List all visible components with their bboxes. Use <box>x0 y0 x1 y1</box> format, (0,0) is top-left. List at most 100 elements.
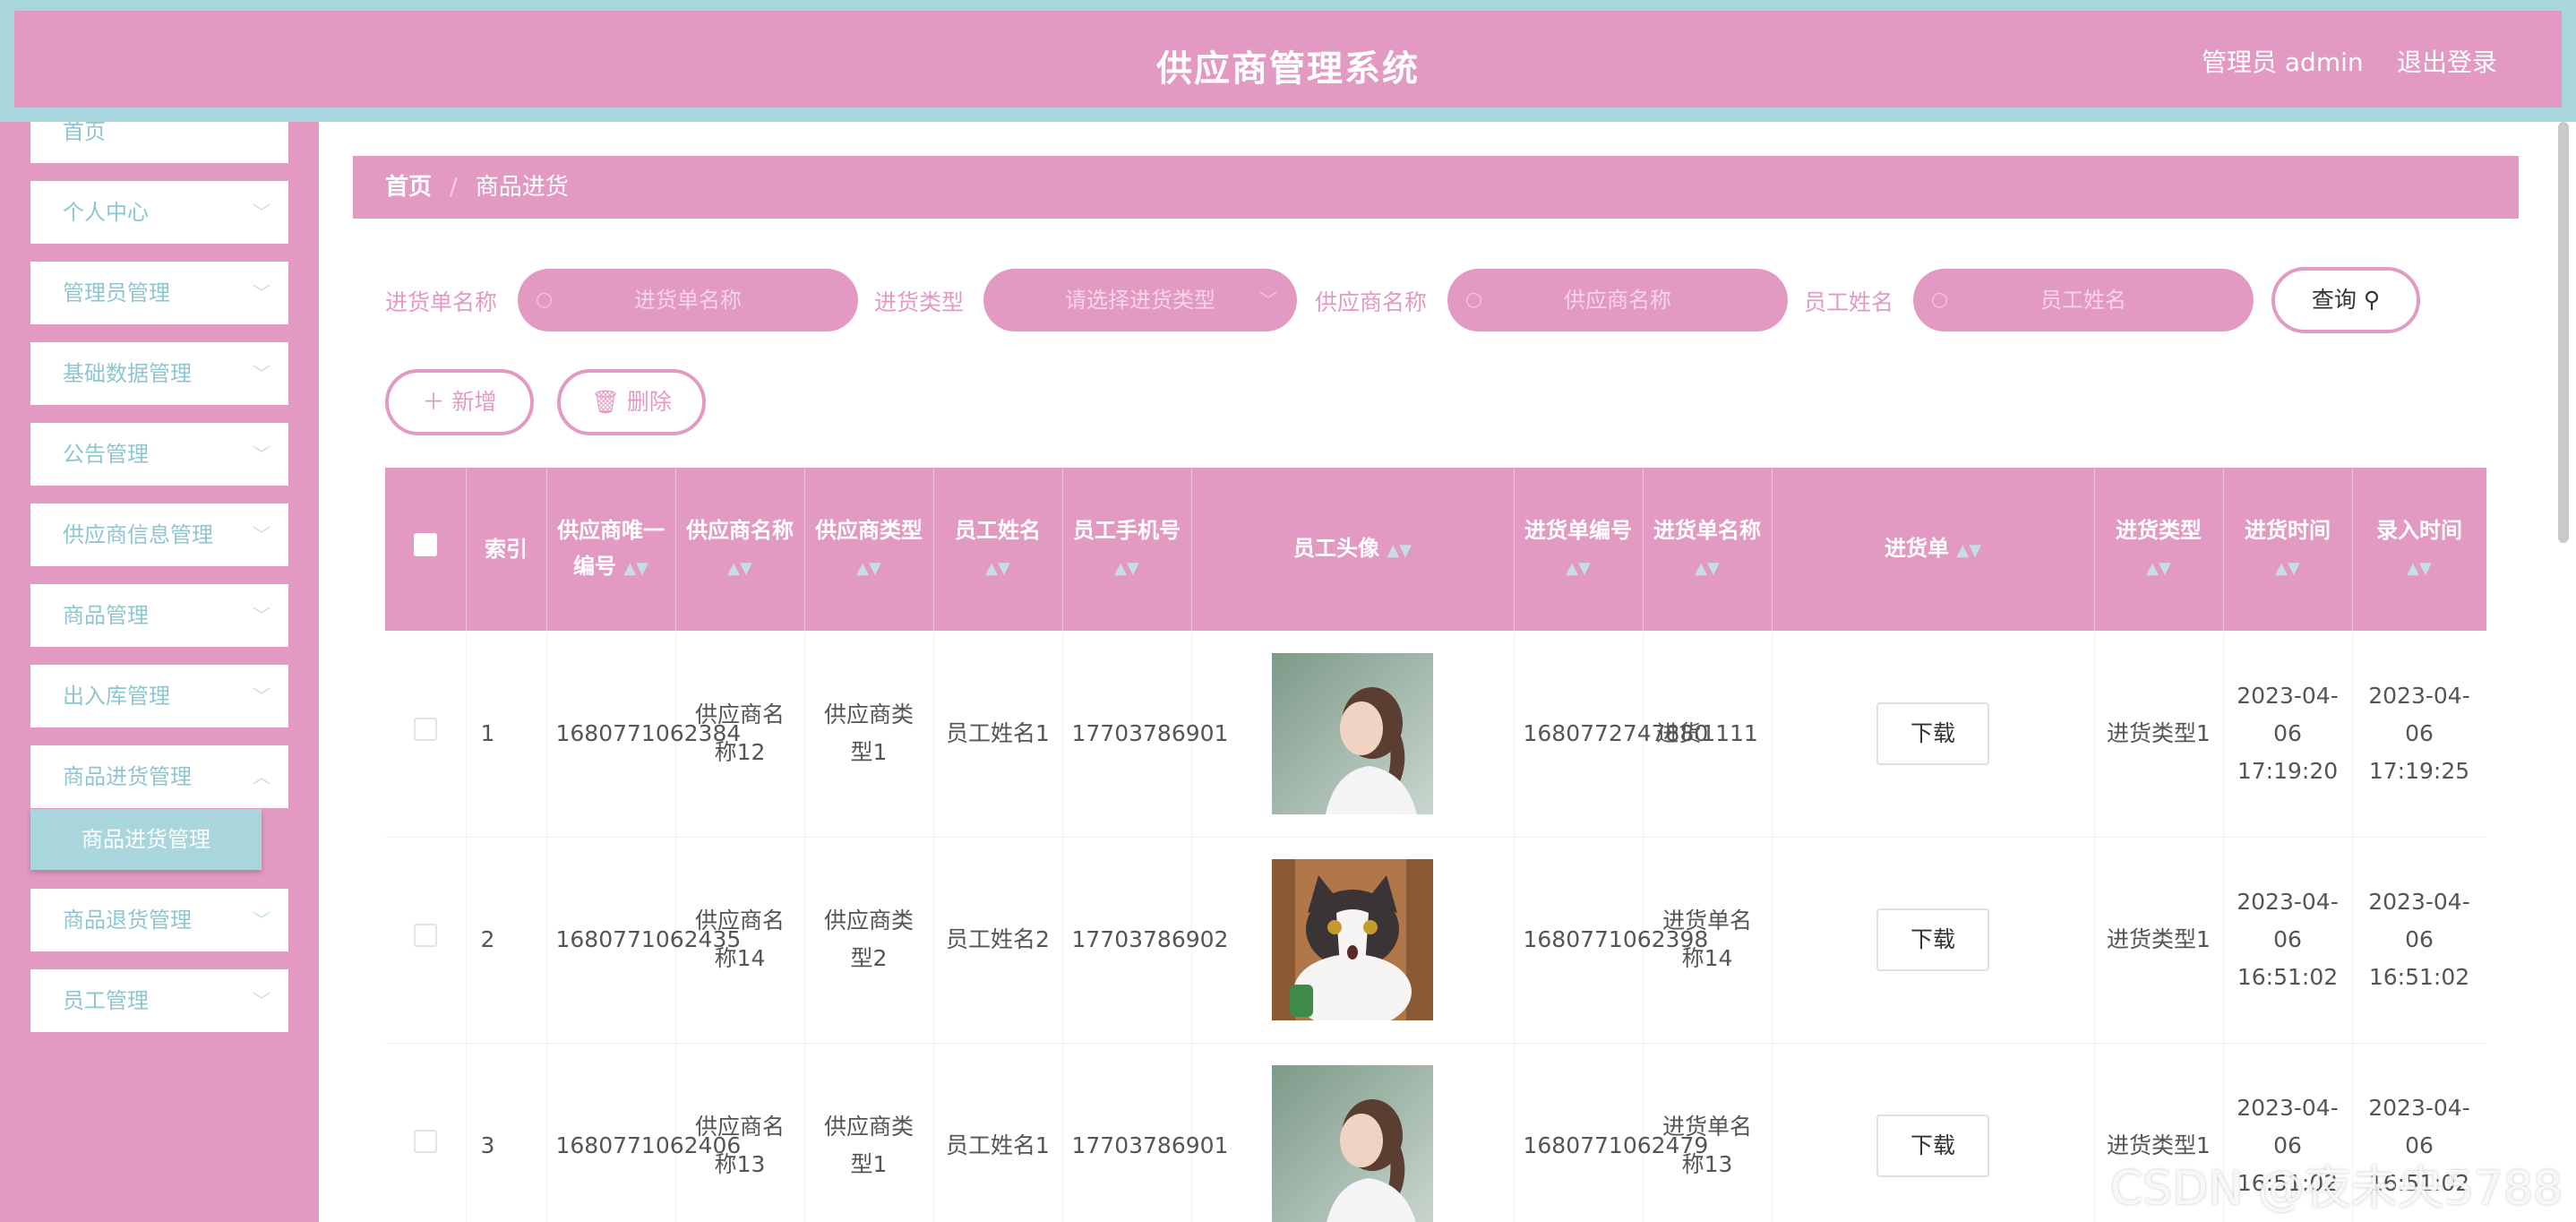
chevron-down-icon: ﹀ <box>253 202 270 223</box>
header-order-name[interactable]: 进货单名称 ▲▼ <box>1643 468 1773 631</box>
cell-order-no: 1680771062398 <box>1514 837 1708 1044</box>
avatar[interactable] <box>1272 859 1433 1020</box>
sort-icon[interactable]: ▲▼ <box>2146 559 2171 578</box>
sidebar-item-purchase[interactable]: 商品进货管理 ︿ <box>30 745 288 808</box>
header-supplier-type[interactable]: 供应商类型 ▲▼ <box>804 468 934 631</box>
sort-icon[interactable]: ▲▼ <box>623 559 648 578</box>
sort-icon[interactable]: ▲▼ <box>1114 559 1139 578</box>
header-order-no[interactable]: 进货单编号 ▲▼ <box>1514 468 1644 631</box>
sidebar-item-admin-management[interactable]: 管理员管理 ﹀ <box>30 262 288 324</box>
cell-order-name: 进货1111 <box>1643 631 1773 838</box>
sidebar-item-label: 商品管理 <box>63 603 149 628</box>
header-label: 供应商名称 <box>686 517 794 543</box>
logout-link[interactable]: 退出登录 <box>2397 43 2497 79</box>
order-name-label: 进货单名称 <box>385 289 498 315</box>
cell-employee-avatar <box>1191 631 1515 838</box>
search-icon: ⚲ <box>2363 287 2381 313</box>
cell-supplier-name: 供应商名称13 <box>675 1043 805 1222</box>
row-checkbox[interactable] <box>413 717 437 741</box>
sidebar-item-goods[interactable]: 商品管理 ﹀ <box>30 584 288 647</box>
sort-icon[interactable]: ▲▼ <box>1387 541 1412 560</box>
header-label: 进货单编号 <box>1524 517 1632 543</box>
chevron-down-icon: ﹀ <box>253 685 270 707</box>
row-checkbox[interactable] <box>413 1130 437 1153</box>
download-button[interactable]: 下载 <box>1876 701 1989 765</box>
supplier-name-input[interactable]: ○ 供应商名称 <box>1447 269 1788 331</box>
sidebar-item-returns[interactable]: 商品退货管理 ﹀ <box>30 889 288 951</box>
cell-employee-phone: 17703786901 <box>1062 631 1228 838</box>
header-entry-time[interactable]: 录入时间 ▲▼ <box>2352 468 2486 631</box>
sidebar-item-label: 供应商信息管理 <box>63 522 213 547</box>
header-index: 索引 <box>466 468 547 631</box>
query-button[interactable]: 查询 ⚲ <box>2271 267 2420 333</box>
order-name-input[interactable]: ○ 进货单名称 <box>518 269 858 331</box>
cell-order-type: 进货类型1 <box>2094 837 2224 1044</box>
cell-order-file: 下载 <box>1772 837 2095 1044</box>
sidebar-subitem-purchase-management[interactable]: 商品进货管理 <box>30 809 262 870</box>
header-supplier-id[interactable]: 供应商唯一编号 ▲▼ <box>546 468 676 631</box>
sort-icon[interactable]: ▲▼ <box>2407 559 2432 578</box>
search-icon: ○ <box>536 288 554 311</box>
sidebar-item-notice[interactable]: 公告管理 ﹀ <box>30 423 288 486</box>
cell-employee-avatar <box>1191 1043 1515 1222</box>
table-row[interactable]: 1 1680771062384 供应商名称12 供应商类型1 员工姓名1 177… <box>385 631 2486 838</box>
order-name-placeholder: 进货单名称 <box>634 288 742 313</box>
add-button[interactable]: ＋ 新增 <box>385 369 534 435</box>
sidebar-item-label: 商品进货管理 <box>63 764 192 789</box>
breadcrumb: 首页 / 商品进货 <box>353 156 2519 219</box>
header-employee-phone[interactable]: 员工手机号 ▲▼ <box>1062 468 1192 631</box>
chevron-down-icon: ﹀ <box>253 363 270 384</box>
header-employee-name[interactable]: 员工姓名 ▲▼ <box>933 468 1063 631</box>
sort-icon[interactable]: ▲▼ <box>1956 541 1981 560</box>
header-order-time[interactable]: 进货时间 ▲▼ <box>2223 468 2353 631</box>
cell-supplier-id: 1680771062384 <box>546 631 741 838</box>
employee-name-input[interactable]: ○ 员工姓名 <box>1913 269 2254 331</box>
header-label: 进货单 <box>1884 535 1949 561</box>
sidebar-item-stock-io[interactable]: 出入库管理 ﹀ <box>30 665 288 727</box>
employee-name-label: 员工姓名 <box>1804 289 1894 315</box>
sidebar-item-label: 基础数据管理 <box>63 361 192 386</box>
header-label: 员工姓名 <box>955 517 1041 543</box>
sidebar-item-supplier-info[interactable]: 供应商信息管理 ﹀ <box>30 503 288 566</box>
sidebar-item-base-data[interactable]: 基础数据管理 ﹀ <box>30 342 288 405</box>
sort-icon[interactable]: ▲▼ <box>985 559 1010 578</box>
sort-icon[interactable]: ▲▼ <box>1695 559 1720 578</box>
download-button[interactable]: 下载 <box>1876 1114 1989 1177</box>
sidebar-item-personal-center[interactable]: 个人中心 ﹀ <box>30 181 288 244</box>
breadcrumb-home[interactable]: 首页 <box>385 174 432 201</box>
avatar[interactable] <box>1272 1065 1433 1222</box>
sidebar-item-home[interactable]: 首页 <box>30 122 288 163</box>
avatar[interactable] <box>1272 652 1433 814</box>
header-employee-avatar[interactable]: 员工头像 ▲▼ <box>1191 468 1515 631</box>
header-frame: 供应商管理系统 管理员 admin 退出登录 <box>0 0 2576 122</box>
cell-entry-time: 2023-04-06 16:51:02 <box>2352 837 2486 1044</box>
header-supplier-name[interactable]: 供应商名称 ▲▼ <box>675 468 805 631</box>
app-title: 供应商管理系统 <box>1156 48 1420 90</box>
cell-order-file: 下载 <box>1772 631 2095 838</box>
sort-icon[interactable]: ▲▼ <box>2275 559 2300 578</box>
sidebar-item-employees[interactable]: 员工管理 ﹀ <box>30 969 288 1032</box>
cell-employee-name: 员工姓名1 <box>933 631 1063 838</box>
row-checkbox[interactable] <box>413 924 437 947</box>
sort-icon[interactable]: ▲▼ <box>727 559 752 578</box>
sort-icon[interactable]: ▲▼ <box>1566 559 1591 578</box>
select-all-checkbox[interactable] <box>413 533 437 556</box>
purchase-table: 索引 供应商唯一编号 ▲▼ 供应商名称 ▲▼ 供应商类型 ▲▼ 员工姓名 ▲▼ … <box>385 468 2486 1222</box>
header-order-type[interactable]: 进货类型 ▲▼ <box>2094 468 2224 631</box>
chevron-down-icon: ﹀ <box>253 909 270 931</box>
chevron-up-icon: ︿ <box>253 766 270 787</box>
sort-icon[interactable]: ▲▼ <box>856 559 881 578</box>
cell-order-name: 进货单名称13 <box>1643 1043 1773 1222</box>
download-button[interactable]: 下载 <box>1876 908 1989 971</box>
breadcrumb-separator: / <box>450 174 458 201</box>
search-icon: ○ <box>1931 288 1949 311</box>
header-label: 录入时间 <box>2376 517 2462 543</box>
row-select-cell <box>385 1043 467 1222</box>
header-order-file[interactable]: 进货单 ▲▼ <box>1772 468 2095 631</box>
order-type-select[interactable]: 请选择进货类型 ﹀ <box>983 269 1297 331</box>
delete-button[interactable]: 🗑 删除 <box>557 369 706 435</box>
vertical-scrollbar[interactable] <box>2558 122 2569 543</box>
table-row[interactable]: 2 1680771062435 供应商名称14 供应商类型2 员工姓名2 177… <box>385 837 2486 1044</box>
chevron-down-icon: ﹀ <box>253 605 270 626</box>
sidebar-item-label: 商品退货管理 <box>63 908 192 933</box>
